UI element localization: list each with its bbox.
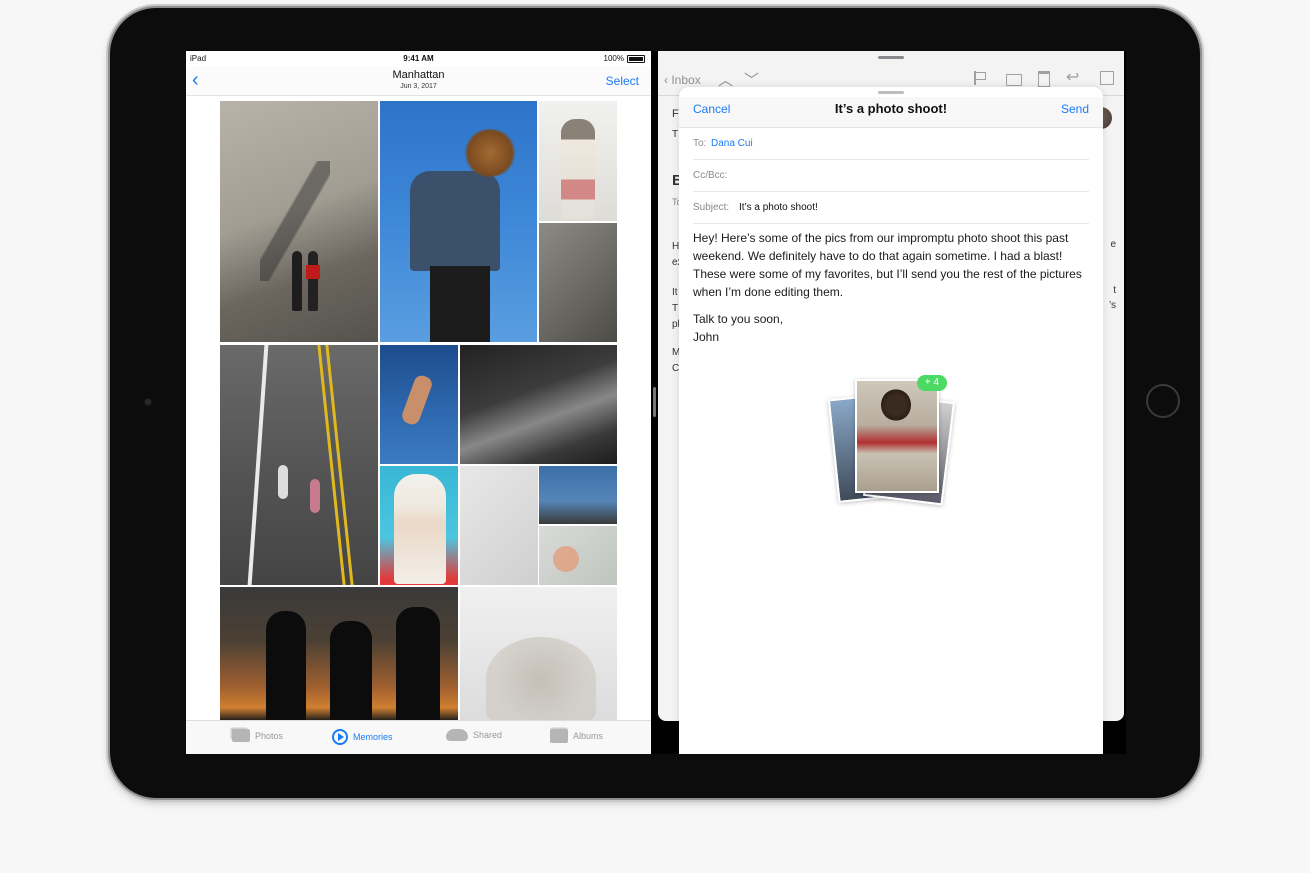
flag-icon[interactable] [974,71,990,85]
bg-from: F [672,108,679,120]
sign-off-line: Talk to you soon, [693,312,784,326]
reply-icon[interactable]: ↩ [1066,67,1080,86]
subject-label: Subject: [693,202,730,213]
bg-body: ’s [1108,300,1116,311]
memories-icon [332,729,348,745]
albums-icon [550,729,568,743]
photos-app-pane: iPad 9:41 AM 100% ‹ Manhattan Jun 3, 201… [186,51,651,754]
photo-grid [220,101,618,721]
photo-content [278,465,288,499]
tab-label: Memories [353,732,393,742]
to-label: To: [693,138,707,149]
battery-icon [627,54,645,63]
photo-content [306,251,320,311]
photo-tile[interactable] [539,526,617,585]
inbox-label: Inbox [671,73,701,87]
subject-field[interactable]: Subject: It’s a photo shoot! [693,191,1089,224]
divider-handle[interactable] [653,387,656,417]
attachment-count-badge: + 4 [917,375,947,391]
tab-shared[interactable]: Shared [446,729,502,741]
tab-label: Shared [473,730,503,740]
battery-status: 100% [604,54,645,63]
photo-content [486,637,596,721]
sign-off-name: John [693,330,720,344]
photo-content [292,251,302,311]
photo-content [553,546,579,572]
compose-grabber-handle[interactable] [878,91,904,94]
to-recipient[interactable]: Dana Cui [711,138,753,149]
to-field[interactable]: To: Dana Cui [693,127,1089,160]
folder-icon[interactable] [1006,74,1022,86]
message-body[interactable]: Hey! Here’s some of the pics from our im… [693,229,1093,346]
tab-photos[interactable]: Photos [232,729,283,742]
trash-icon[interactable] [1038,71,1050,87]
page-title: Manhattan [392,69,445,81]
front-camera [144,398,152,406]
battery-percent: 100% [603,54,624,63]
photo-content [399,373,435,427]
photo-tile[interactable] [220,101,378,342]
cc-bcc-field[interactable]: Cc/Bcc: [693,159,1089,192]
photo-content [330,621,372,721]
photo-content [310,479,320,513]
photo-content [394,474,446,584]
photo-content [396,607,440,721]
inbox-back-button[interactable]: ‹ Inbox [664,73,701,87]
photos-tab-bar: Photos Memories Shared Albums [186,720,651,754]
photo-attachment-stack[interactable]: + 4 [827,373,957,506]
bg-body: It [672,287,678,298]
photo-tile[interactable] [539,223,617,342]
photo-content [462,129,518,177]
mail-grabber-handle[interactable] [878,56,904,59]
bg-body: t [1113,285,1116,296]
photo-tile[interactable] [220,587,458,721]
photos-icon [232,729,250,742]
body-paragraph: Hey! Here’s some of the pics from our im… [693,231,1082,299]
compose-sheet: Cancel It’s a photo shoot! Send To: Dana… [679,87,1103,754]
photo-tile[interactable] [539,466,617,524]
tab-memories[interactable]: Memories [332,729,393,745]
photos-nav-bar: ‹ Manhattan Jun 3, 2017 Select [186,67,651,96]
photo-tile[interactable] [380,101,537,342]
split-view-divider[interactable] [651,51,658,754]
send-button[interactable]: Send [1061,102,1089,116]
photo-content [247,345,269,585]
page-subtitle: Jun 3, 2017 [400,83,437,90]
cc-bcc-label: Cc/Bcc: [693,170,728,181]
photo-tile[interactable] [460,466,538,585]
photo-content [430,266,490,342]
compose-icon[interactable] [1100,71,1114,85]
tab-label: Photos [255,730,284,741]
photo-content [561,119,595,219]
compose-header: Cancel It’s a photo shoot! Send [679,97,1103,128]
bg-body: T [672,303,679,314]
ipad-screen: iPad 9:41 AM 100% ‹ Manhattan Jun 3, 201… [186,51,1126,754]
compose-title: It’s a photo shoot! [834,101,948,116]
status-bar: iPad 9:41 AM 100% [186,51,651,67]
subject-value[interactable]: It’s a photo shoot! [739,202,818,213]
cloud-icon [446,729,468,741]
bg-to: T [672,129,679,140]
photo-tile[interactable] [460,345,617,464]
photo-tile[interactable] [380,345,458,464]
select-button[interactable]: Select [606,74,639,88]
photo-tile[interactable] [460,587,617,721]
home-button[interactable] [1146,384,1180,418]
photo-tile[interactable] [380,466,458,585]
tab-albums[interactable]: Albums [550,729,603,743]
photo-content [410,171,500,271]
photo-content [266,611,306,721]
bg-body: e [1110,239,1116,250]
photo-tile[interactable] [220,345,378,585]
status-time: 9:41 AM [403,54,434,63]
attachment-photo [855,379,939,493]
photo-tile[interactable] [539,101,617,221]
tab-label: Albums [573,731,604,741]
